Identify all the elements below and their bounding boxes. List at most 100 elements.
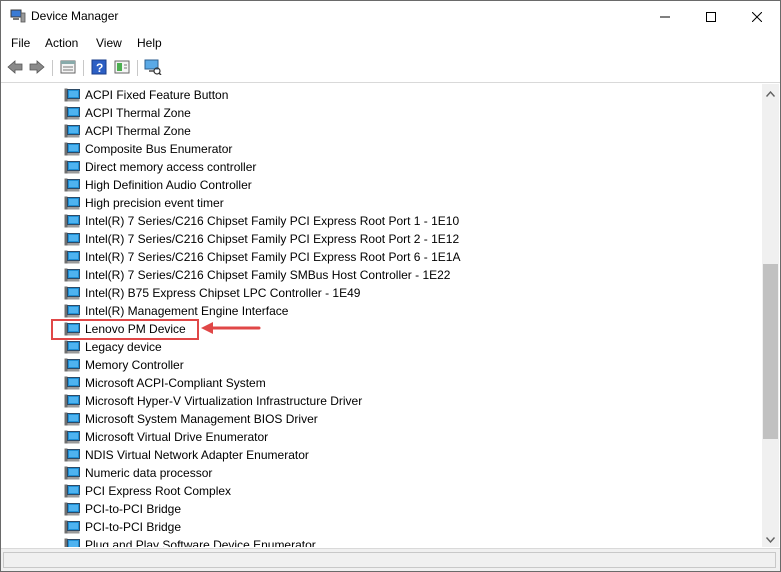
device-item[interactable]: PCI-to-PCI Bridge — [4, 518, 744, 536]
device-manager-app-icon — [10, 9, 26, 23]
device-label: NDIS Virtual Network Adapter Enumerator — [85, 448, 309, 462]
device-item[interactable]: PCI-to-PCI Bridge — [4, 500, 744, 518]
system-device-icon — [64, 304, 80, 318]
properties-button[interactable] — [59, 59, 77, 77]
toolbar-separator — [83, 60, 84, 76]
window-title: Device Manager — [31, 9, 119, 23]
system-device-icon — [64, 160, 80, 174]
system-device-icon — [64, 412, 80, 426]
device-label: Direct memory access controller — [85, 160, 257, 174]
device-item[interactable]: PCI Express Root Complex — [4, 482, 744, 500]
device-label: Composite Bus Enumerator — [85, 142, 233, 156]
callout-arrow — [201, 322, 261, 334]
device-item[interactable]: Intel(R) 7 Series/C216 Chipset Family PC… — [4, 212, 744, 230]
device-item[interactable]: ACPI Thermal Zone — [4, 122, 744, 140]
device-manager-window: Device Manager File Action View Help ? A… — [0, 0, 781, 572]
device-label: Microsoft System Management BIOS Driver — [85, 412, 318, 426]
forward-button[interactable] — [28, 59, 46, 77]
minimize-button[interactable] — [642, 1, 688, 32]
close-button[interactable] — [734, 1, 780, 32]
device-label: Microsoft Virtual Drive Enumerator — [85, 430, 269, 444]
system-device-icon — [64, 376, 80, 390]
menu-bar: File Action View Help — [1, 32, 780, 54]
menu-file[interactable]: File — [11, 36, 30, 50]
system-device-icon — [64, 448, 80, 462]
device-item[interactable]: Intel(R) Management Engine Interface — [4, 302, 744, 320]
device-label: Intel(R) 7 Series/C216 Chipset Family SM… — [85, 268, 451, 282]
device-item[interactable]: Intel(R) B75 Express Chipset LPC Control… — [4, 284, 744, 302]
device-label: Plug and Play Software Device Enumerator — [85, 538, 316, 547]
device-label: PCI Express Root Complex — [85, 484, 232, 498]
device-item[interactable]: ACPI Fixed Feature Button — [4, 86, 744, 104]
menu-help[interactable]: Help — [137, 36, 162, 50]
system-device-icon — [64, 502, 80, 516]
scan-hardware-icon — [144, 59, 162, 78]
maximize-button[interactable] — [688, 1, 734, 32]
system-device-icon — [64, 142, 80, 156]
device-label: Intel(R) 7 Series/C216 Chipset Family PC… — [85, 232, 460, 246]
device-label: Microsoft Hyper-V Virtualization Infrast… — [85, 394, 363, 408]
device-label: Intel(R) 7 Series/C216 Chipset Family PC… — [85, 214, 460, 228]
device-label: ACPI Thermal Zone — [85, 106, 191, 120]
toolbar-separator — [52, 60, 53, 76]
update-driver-button[interactable] — [113, 59, 131, 77]
device-label: Intel(R) B75 Express Chipset LPC Control… — [85, 286, 361, 300]
device-item[interactable]: High Definition Audio Controller — [4, 176, 744, 194]
device-item[interactable]: Microsoft Hyper-V Virtualization Infrast… — [4, 392, 744, 410]
device-label: Legacy device — [85, 340, 162, 354]
device-item[interactable]: Plug and Play Software Device Enumerator — [4, 536, 744, 547]
device-item[interactable]: Composite Bus Enumerator — [4, 140, 744, 158]
device-item[interactable]: Microsoft Virtual Drive Enumerator — [4, 428, 744, 446]
system-device-icon — [64, 268, 80, 282]
device-label: High Definition Audio Controller — [85, 178, 252, 192]
device-item[interactable]: High precision event timer — [4, 194, 744, 212]
update-driver-icon — [114, 60, 130, 77]
toolbar: ? — [1, 54, 780, 83]
device-tree[interactable]: ACPI Fixed Feature Button ACPI Thermal Zo… — [4, 84, 761, 547]
device-item[interactable]: Microsoft System Management BIOS Driver — [4, 410, 744, 428]
system-device-icon — [64, 484, 80, 498]
system-device-icon — [64, 124, 80, 138]
system-device-icon — [64, 286, 80, 300]
device-item[interactable]: NDIS Virtual Network Adapter Enumerator — [4, 446, 744, 464]
maximize-icon — [706, 11, 716, 22]
scroll-up-button[interactable] — [762, 84, 779, 101]
help-button[interactable]: ? — [90, 59, 108, 77]
device-label: ACPI Fixed Feature Button — [85, 88, 229, 102]
forward-arrow-icon — [29, 59, 45, 77]
system-device-icon — [64, 106, 80, 120]
svg-text:?: ? — [96, 61, 103, 75]
device-item[interactable]: ACPI Thermal Zone — [4, 104, 744, 122]
minimize-icon — [660, 12, 670, 22]
device-item[interactable]: Direct memory access controller — [4, 158, 744, 176]
system-device-icon — [64, 358, 80, 372]
toolbar-separator — [137, 60, 138, 76]
device-label: PCI-to-PCI Bridge — [85, 502, 182, 516]
device-item[interactable]: Intel(R) 7 Series/C216 Chipset Family PC… — [4, 248, 744, 266]
device-label: Intel(R) Management Engine Interface — [85, 304, 289, 318]
device-item[interactable]: Intel(R) 7 Series/C216 Chipset Family PC… — [4, 230, 744, 248]
scan-hardware-button[interactable] — [144, 59, 162, 77]
vertical-scrollbar[interactable] — [762, 84, 779, 547]
menu-action[interactable]: Action — [45, 36, 78, 50]
system-device-icon — [64, 250, 80, 264]
system-device-icon — [64, 340, 80, 354]
back-arrow-icon — [7, 59, 23, 77]
properties-icon — [60, 60, 76, 77]
device-item[interactable]: Numeric data processor — [4, 464, 744, 482]
device-label: PCI-to-PCI Bridge — [85, 520, 182, 534]
device-label: ACPI Thermal Zone — [85, 124, 191, 138]
scroll-down-button[interactable] — [762, 530, 779, 547]
device-item[interactable]: Microsoft ACPI-Compliant System — [4, 374, 744, 392]
back-button[interactable] — [6, 59, 24, 77]
system-device-icon — [64, 88, 80, 102]
device-item[interactable]: Legacy device — [4, 338, 744, 356]
system-device-icon — [64, 214, 80, 228]
device-label: High precision event timer — [85, 196, 224, 210]
close-icon — [752, 11, 762, 22]
title-bar[interactable]: Device Manager — [1, 1, 780, 32]
device-item[interactable]: Intel(R) 7 Series/C216 Chipset Family SM… — [4, 266, 744, 284]
menu-view[interactable]: View — [96, 36, 122, 50]
device-item[interactable]: Memory Controller — [4, 356, 744, 374]
scroll-thumb[interactable] — [763, 264, 778, 439]
